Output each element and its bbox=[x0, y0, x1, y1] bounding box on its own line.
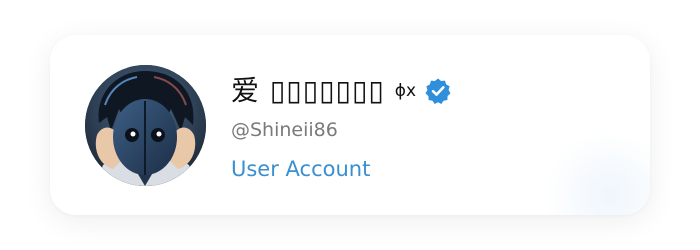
profile-card: 爱 ▯▯▯▯▯▯▯ ɸx @Shineii86 User Account bbox=[50, 35, 650, 215]
avatar-image bbox=[85, 65, 206, 186]
name-row: 爱 ▯▯▯▯▯▯▯ ɸx bbox=[231, 71, 630, 111]
username-handle: @Shineii86 bbox=[231, 119, 338, 141]
name-suffix: ɸx bbox=[394, 81, 417, 101]
display-name: 爱 ▯▯▯▯▯▯▯ bbox=[231, 74, 385, 107]
avatar[interactable] bbox=[85, 65, 206, 186]
verified-badge-icon bbox=[424, 77, 452, 105]
page-background: 爱 ▯▯▯▯▯▯▯ ɸx @Shineii86 User Account bbox=[0, 0, 700, 250]
profile-info: 爱 ▯▯▯▯▯▯▯ ɸx @Shineii86 User Account bbox=[231, 71, 630, 182]
account-type-link[interactable]: User Account bbox=[231, 156, 630, 182]
